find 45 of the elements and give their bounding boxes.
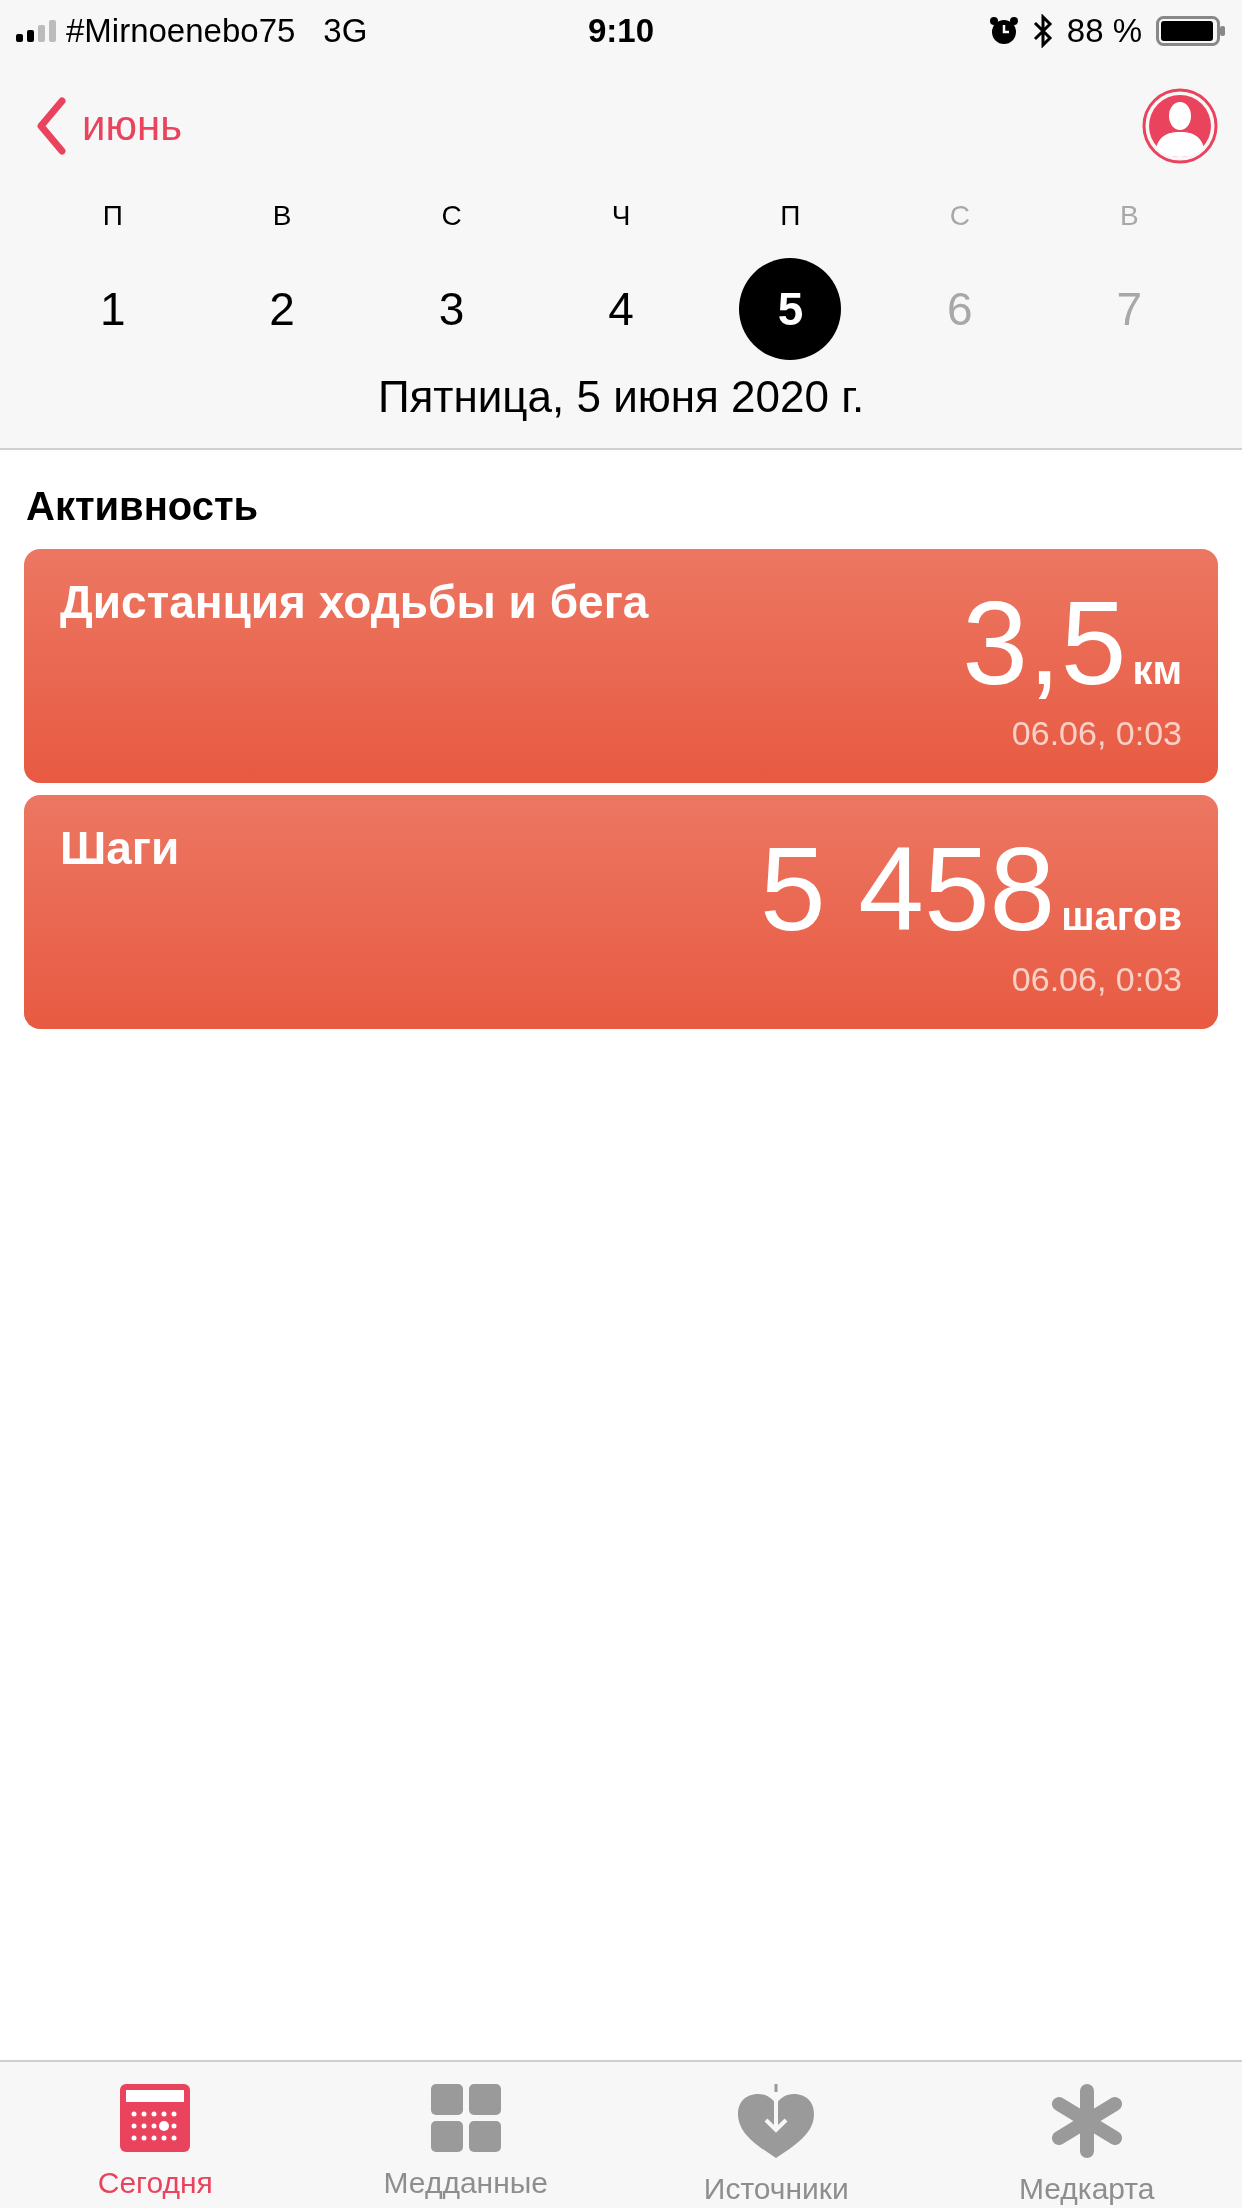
calendar-day[interactable]: 5 [739,258,842,360]
selected-date: Пятница, 5 июня 2020 г. [376,371,866,423]
carrier-name: #Mirnoenebo75 [66,12,296,50]
calendar-day[interactable]: 3 [400,258,503,360]
calendar-day[interactable]: 6 [908,258,1011,360]
weekday-label: П [780,199,801,233]
section-title: Активность [25,483,260,530]
calendar-icon [120,2084,191,2152]
calendar-day[interactable]: 4 [570,258,672,360]
signal-icon [16,20,58,42]
metric-value: 3,5 [962,584,1127,702]
battery-icon [1156,16,1226,46]
tab-bar-item[interactable]: Медданные [310,2062,621,2208]
metric-value: 5 458 [759,830,1056,948]
tab-bar-item[interactable]: Источники [621,2062,932,2208]
weekday-label: П [102,199,123,233]
metric-unit: км [1132,648,1182,693]
calendar-day[interactable]: 2 [231,258,334,360]
calendar-day[interactable]: 7 [1078,258,1181,360]
tab-bar-item[interactable]: Сегодня [0,2062,311,2208]
metric-time: 06.06, 0:03 [1011,960,1182,999]
metric-title: Шаги [60,821,180,876]
alarm-icon [988,16,1019,46]
metric-card[interactable]: Шаги 5 458 шагов 06.06, 0:03 [24,795,1218,1029]
battery-percent: 88 % [1066,12,1142,50]
metric-title: Дистанция ходьбы и бега [60,575,649,630]
grid-icon [430,2084,501,2152]
tab-bar-item[interactable]: Медкарта [931,2062,1242,2208]
weekday-label: Ч [611,199,631,233]
metric-card[interactable]: Дистанция ходьбы и бега 3,5 км 06.06, 0:03 [24,549,1218,783]
weekday-label: В [1119,199,1139,233]
back-button[interactable]: июнь [36,97,183,155]
profile-avatar-icon[interactable] [1142,88,1218,164]
weekday-label: С [949,199,970,233]
weekday-label: С [441,199,462,233]
metric-time: 06.06, 0:03 [1011,714,1182,753]
bluetooth-icon [1032,14,1053,48]
metric-unit: шагов [1061,894,1182,939]
calendar-day[interactable]: 1 [61,258,164,360]
asterisk-icon [1050,2084,1123,2158]
weekday-label: В [272,199,292,233]
clock-time: 9:10 [587,12,655,50]
heart-download-icon [738,2084,815,2158]
chevron-left-icon [36,97,66,155]
network-type: 3G [323,12,368,50]
